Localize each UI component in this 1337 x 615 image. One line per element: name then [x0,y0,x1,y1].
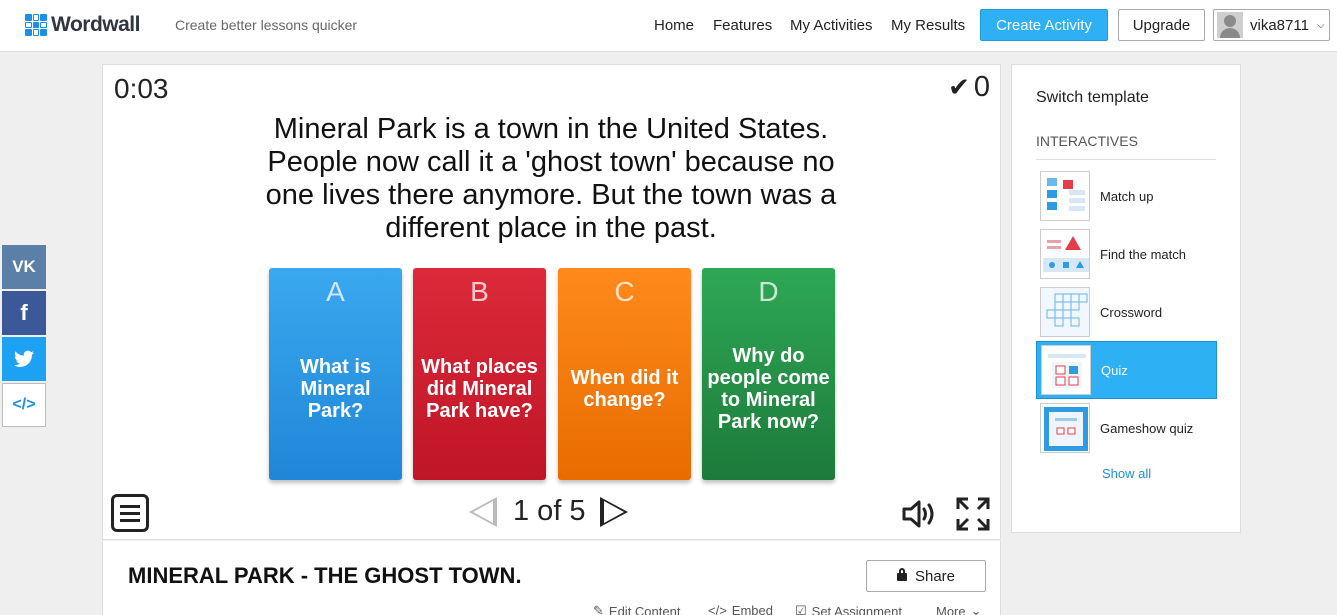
template-label: Match up [1100,188,1154,204]
activity-info: MINERAL PARK - THE GHOST TOWN. Share ✎ E… [102,541,1001,615]
next-arrow-icon[interactable] [599,496,628,527]
answer-letter: D [758,276,779,307]
chevron-down-icon: ⌵ [1316,19,1325,31]
answer-card-d[interactable]: D Why do people come to Mineral Park now… [702,268,835,480]
template-match-up[interactable]: Match up [1036,167,1217,225]
share-label: Share [914,567,956,585]
menu-button[interactable] [111,494,149,532]
lock-icon [896,568,907,581]
checkbox-icon: ☑ [795,603,807,615]
wordwall-logo[interactable]: Wordwall [25,13,140,37]
crossword-icon [1040,287,1090,337]
more-menu[interactable]: More ⌄ [936,603,982,615]
sidebar-subtitle: INTERACTIVES [1036,133,1138,149]
code-icon: </> [708,603,727,615]
set-assignment-link[interactable]: ☑ Set Assignment [795,603,902,615]
answer-text: Why do people come to Mineral Park now? [707,345,830,433]
set-assignment-label: Set Assignment [811,603,902,615]
vk-icon: VK [12,257,36,276]
menu-line [120,511,140,515]
gameshow-quiz-icon [1040,403,1090,453]
embed-link[interactable]: </> Embed [708,603,773,615]
template-quiz[interactable]: Quiz [1036,341,1217,399]
score-value: 0 [973,71,990,103]
embed-button[interactable]: </> [2,383,46,427]
edit-content-label: Edit Content [608,603,681,615]
nav-my-activities[interactable]: My Activities [790,17,873,34]
template-label: Find the match [1100,246,1186,262]
user-menu[interactable]: vika8711 ⌵ [1213,9,1330,41]
edit-content-link[interactable]: ✎ Edit Content [593,603,680,615]
divider [1036,159,1216,160]
template-crossword[interactable]: Crossword [1036,283,1217,341]
twitter-share-button[interactable] [2,337,46,381]
timer: 0:03 [114,73,169,104]
template-label: Crossword [1100,304,1163,320]
find-the-match-icon [1040,229,1090,279]
fullscreen-icon[interactable] [956,497,990,531]
question-text: Mineral Park is a town in the United Sta… [265,113,837,244]
embed-code-icon: </> [12,396,36,413]
score: ✔ 0 [948,71,990,104]
menu-line [120,504,140,508]
answer-card-c[interactable]: C When did it change? [558,268,691,480]
answer-text: What places did Mineral Park have? [421,356,538,422]
menu-line [120,518,140,522]
match-up-icon [1040,171,1090,221]
answer-card-b[interactable]: B What places did Mineral Park have? [413,268,546,480]
speaker-icon[interactable] [901,498,937,530]
sidebar-title: Switch template [1036,89,1149,106]
game-panel: 0:03 ✔ 0 Mineral Park is a town in the U… [102,64,1001,540]
upgrade-button[interactable]: Upgrade [1118,9,1205,41]
pencil-icon: ✎ [593,603,604,615]
answer-letter: B [470,276,489,307]
answer-text: When did it change? [570,367,679,411]
answer-letter: A [326,276,345,307]
template-gameshow-quiz[interactable]: Gameshow quiz [1036,399,1217,457]
answer-letter: C [614,276,635,307]
answer-text: What is Mineral Park? [299,356,372,422]
more-label: More [936,603,966,615]
nav-home[interactable]: Home [654,17,694,34]
embed-label: Embed [731,603,773,615]
nav-my-results[interactable]: My Results [891,17,965,34]
logo-text: Wordwall [51,13,140,36]
create-activity-button[interactable]: Create Activity [980,9,1108,41]
previous-arrow-icon[interactable] [469,496,497,527]
wordwall-logo-icon [25,14,47,36]
chevron-down-icon: ⌄ [970,603,982,615]
share-button[interactable]: Share [866,560,986,592]
answer-card-a[interactable]: A What is Mineral Park? [269,268,402,480]
twitter-bird-icon [14,350,34,367]
quiz-icon [1041,345,1091,395]
page-indicator: 1 of 5 [513,495,586,527]
template-find-the-match[interactable]: Find the match [1036,225,1217,283]
activity-title: MINERAL PARK - THE GHOST TOWN. [128,563,522,588]
avatar [1217,12,1243,38]
nav-features[interactable]: Features [713,17,772,34]
vk-share-button[interactable]: VK [2,245,46,289]
pager: 1 of 5 [469,495,628,528]
facebook-icon: f [20,300,28,325]
show-all-link[interactable]: Show all [1102,466,1151,481]
facebook-share-button[interactable]: f [2,291,46,335]
tagline: Create better lessons quicker [175,17,358,33]
template-sidebar: Switch template INTERACTIVES Match up Fi… [1011,64,1241,533]
template-label: Quiz [1101,362,1128,378]
username: vika8711 [1250,16,1309,34]
top-header: Wordwall Create better lessons quicker H… [0,0,1337,52]
checkmark-icon: ✔ [948,72,970,102]
template-label: Gameshow quiz [1100,420,1194,436]
